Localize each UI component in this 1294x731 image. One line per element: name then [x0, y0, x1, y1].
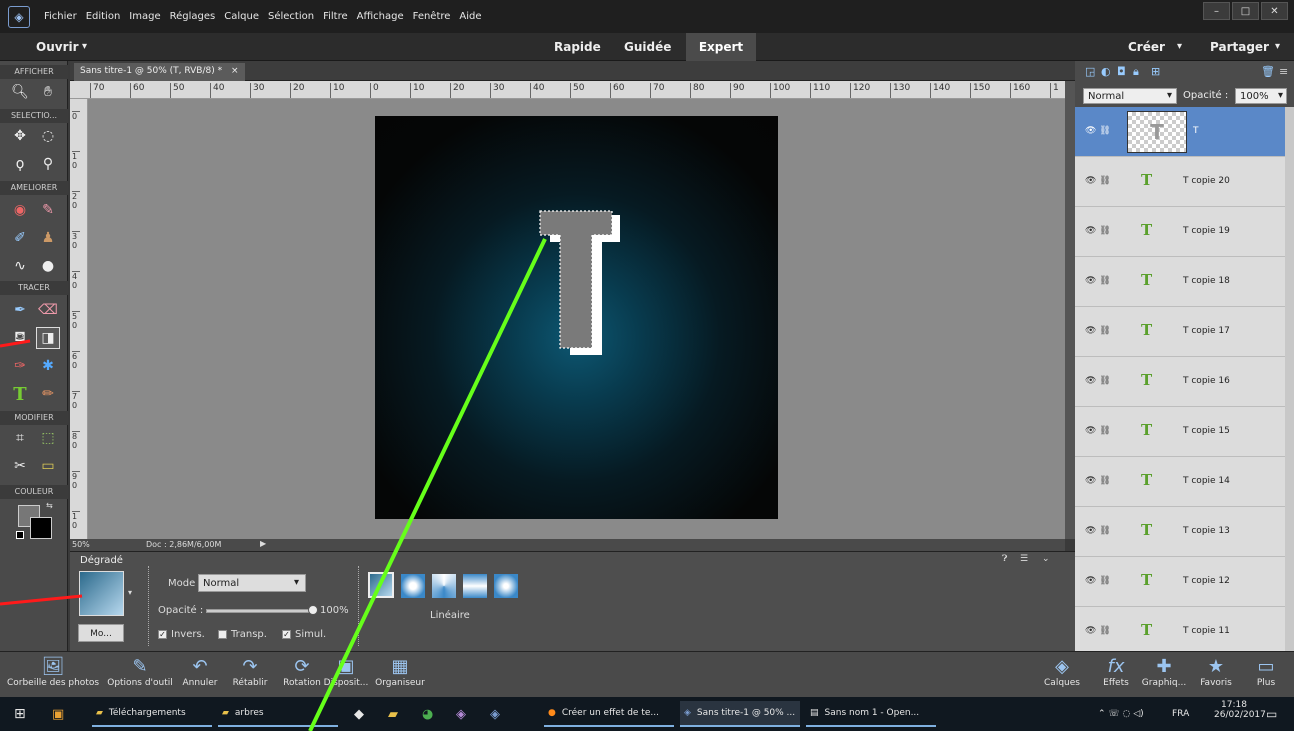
green-drag-line [308, 238, 547, 731]
red-arrow-gradient-preview [0, 594, 83, 606]
red-arrow-gradient-tool [0, 339, 31, 348]
annotation-overlay [0, 238, 547, 731]
